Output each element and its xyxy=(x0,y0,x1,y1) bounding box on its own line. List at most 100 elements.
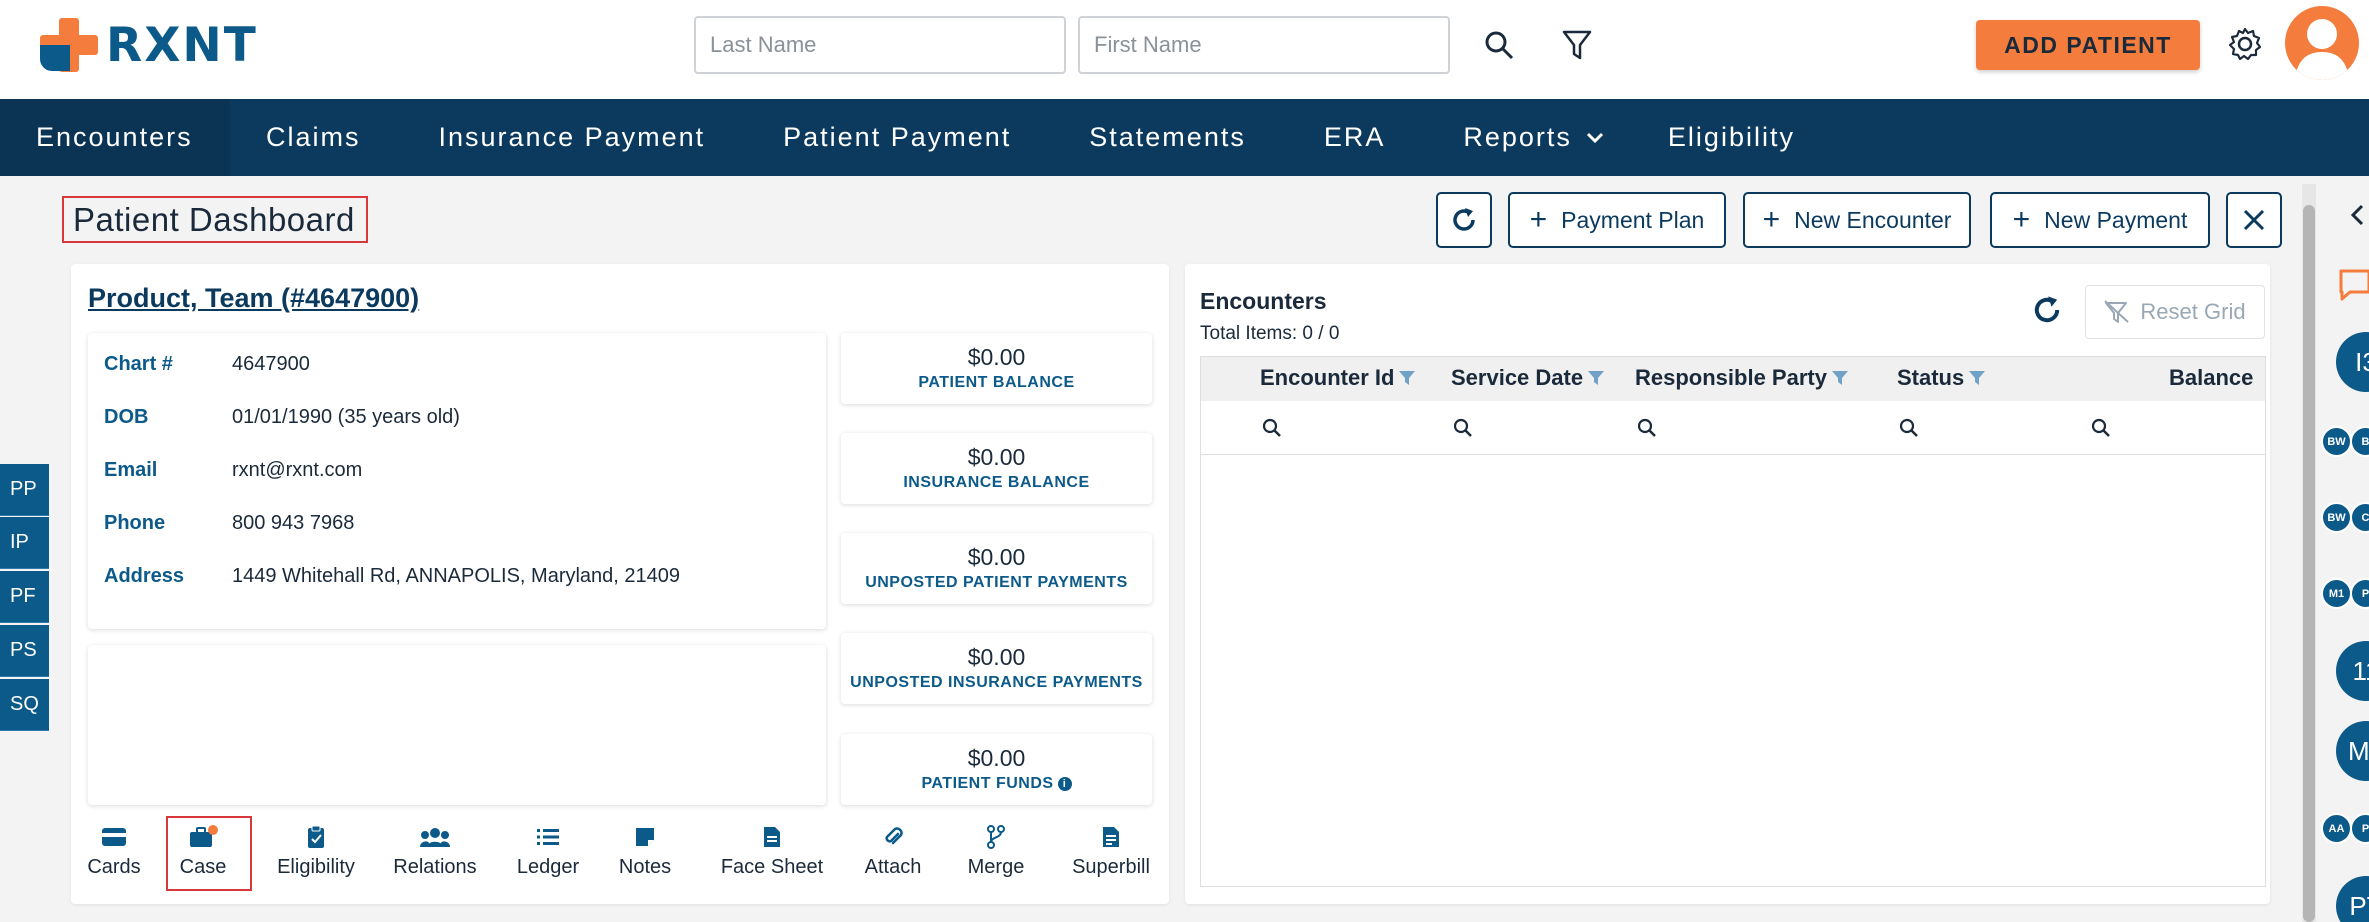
top-header: RXNT ADD PATIENT xyxy=(0,0,2369,99)
search-icon[interactable] xyxy=(1453,418,1473,438)
patient-extra-card xyxy=(88,645,826,805)
nav-eligibility[interactable]: Eligibility xyxy=(1618,99,1831,176)
right-rail: I3 BW B BW C M1 P 11 M1 AA P PT xyxy=(2320,176,2369,922)
rail-avatar-large[interactable]: PT xyxy=(2336,876,2369,922)
tool-label: Cards xyxy=(87,856,141,878)
rail-avatar-large[interactable]: M1 xyxy=(2336,721,2369,781)
nav-era[interactable]: ERA xyxy=(1282,99,1422,176)
rail-avatar-small[interactable]: B xyxy=(2350,426,2369,457)
nav-reports[interactable]: Reports xyxy=(1421,99,1618,176)
add-patient-button[interactable]: ADD PATIENT xyxy=(1976,20,2200,70)
tool-superbill[interactable]: Superbill xyxy=(1066,824,1156,879)
new-encounter-button[interactable]: + New Encounter xyxy=(1743,192,1971,248)
encounters-total: Total Items: 0 / 0 xyxy=(1200,323,1340,344)
gear-icon[interactable] xyxy=(2226,25,2264,63)
search-icon[interactable] xyxy=(1899,418,1919,438)
filter-icon[interactable] xyxy=(1558,26,1596,64)
balance-amount: $0.00 xyxy=(967,544,1026,570)
info-label: DOB xyxy=(104,406,149,428)
new-encounter-label: New Encounter xyxy=(1794,206,1952,233)
search-icon[interactable] xyxy=(1480,26,1518,64)
tool-eligibility[interactable]: Eligibility xyxy=(271,824,361,879)
balance-label: UNPOSTED INSURANCE PAYMENTS xyxy=(850,674,1143,691)
side-tab-ip[interactable]: IP xyxy=(0,517,49,569)
rail-avatar-small[interactable]: BW xyxy=(2321,502,2352,533)
column-filter-icon[interactable] xyxy=(1587,370,1605,386)
tool-label: Relations xyxy=(393,856,477,878)
rail-avatar-small[interactable]: P xyxy=(2350,578,2369,609)
tool-merge[interactable]: Merge xyxy=(966,824,1026,879)
column-filter-icon[interactable] xyxy=(1831,370,1849,386)
col-status[interactable]: Status xyxy=(1897,365,1986,391)
chat-icon[interactable] xyxy=(2338,268,2369,302)
info-row-dob: DOB 01/01/1990 (35 years old) xyxy=(104,406,460,429)
rail-avatar-small[interactable]: P xyxy=(2350,813,2369,844)
tool-ledger[interactable]: Ledger xyxy=(514,824,582,879)
credit-card-icon xyxy=(86,824,142,850)
logo-cross-icon xyxy=(38,14,100,76)
nav-claims[interactable]: Claims xyxy=(230,99,397,176)
grid-refresh-icon[interactable] xyxy=(2030,293,2064,332)
balance-card-patient: $0.00 PATIENT BALANCE xyxy=(841,333,1152,404)
side-tab-sq[interactable]: SQ xyxy=(0,679,49,731)
last-name-input[interactable] xyxy=(694,16,1066,74)
encounters-panel: Encounters Total Items: 0 / 0 Reset Grid… xyxy=(1185,264,2270,904)
rail-avatar-small[interactable]: C xyxy=(2350,502,2369,533)
new-payment-button[interactable]: + New Payment xyxy=(1990,192,2210,248)
reset-grid-button[interactable]: Reset Grid xyxy=(2085,285,2265,339)
clipboard-check-icon xyxy=(271,824,361,850)
chevron-left-icon[interactable] xyxy=(2350,204,2364,226)
nav-insurance-payment[interactable]: Insurance Payment xyxy=(397,99,742,176)
balance-amount: $0.00 xyxy=(967,745,1026,771)
balance-amount: $0.00 xyxy=(967,444,1026,470)
close-button[interactable] xyxy=(2226,192,2282,248)
sticky-note-icon xyxy=(615,824,675,850)
grid-header: Encounter Id Service Date Responsible Pa… xyxy=(1201,357,2265,401)
rail-avatar-small[interactable]: BW xyxy=(2321,426,2352,457)
column-filter-icon[interactable] xyxy=(1968,370,1986,386)
info-label: Chart # xyxy=(104,353,173,375)
refresh-button[interactable] xyxy=(1436,192,1492,248)
main-nav: Encounters Claims Insurance Payment Pati… xyxy=(0,99,2369,176)
side-tab-pp[interactable]: PP xyxy=(0,464,49,516)
payment-plan-button[interactable]: + Payment Plan xyxy=(1508,192,1726,248)
col-balance[interactable]: Balance xyxy=(2169,365,2253,391)
nav-patient-payment[interactable]: Patient Payment xyxy=(741,99,1047,176)
tool-attach[interactable]: Attach xyxy=(860,824,926,879)
tool-face-sheet[interactable]: Face Sheet xyxy=(717,824,827,879)
tool-relations[interactable]: Relations xyxy=(389,824,481,879)
balance-label: PATIENT FUNDS i xyxy=(841,775,1152,793)
balance-card-unposted-insurance: $0.00 UNPOSTED INSURANCE PAYMENTS xyxy=(841,633,1152,704)
rail-avatar-large[interactable]: 11 xyxy=(2336,641,2369,701)
rxnt-logo[interactable]: RXNT xyxy=(38,14,258,76)
search-icon[interactable] xyxy=(1637,418,1657,438)
info-row-email: Email rxnt@rxnt.com xyxy=(104,459,362,482)
first-name-input[interactable] xyxy=(1078,16,1450,74)
column-filter-icon[interactable] xyxy=(1398,370,1416,386)
info-icon[interactable]: i xyxy=(1057,776,1072,791)
refresh-icon xyxy=(1453,208,1475,231)
scrollbar-thumb[interactable] xyxy=(2303,205,2315,922)
column-header-label: Balance xyxy=(2169,365,2254,390)
patient-name-link[interactable]: Product, Team (#4647900) xyxy=(88,283,419,314)
document-icon xyxy=(717,824,827,850)
tool-label: Notes xyxy=(618,856,672,878)
chevron-down-icon xyxy=(1586,132,1603,143)
nav-statements[interactable]: Statements xyxy=(1047,99,1282,176)
tool-label: Face Sheet xyxy=(720,856,824,878)
search-icon[interactable] xyxy=(2091,418,2111,438)
side-tab-pf[interactable]: PF xyxy=(0,571,49,623)
rail-avatar-small[interactable]: AA xyxy=(2321,813,2352,844)
search-icon[interactable] xyxy=(1262,418,1282,438)
balance-label: PATIENT BALANCE xyxy=(918,374,1075,391)
col-service-date[interactable]: Service Date xyxy=(1451,365,1605,391)
col-encounter-id[interactable]: Encounter Id xyxy=(1260,365,1416,391)
nav-encounters[interactable]: Encounters xyxy=(0,99,230,176)
col-responsible-party[interactable]: Responsible Party xyxy=(1635,365,1849,391)
rail-avatar-small[interactable]: M1 xyxy=(2321,578,2352,609)
tool-notes[interactable]: Notes xyxy=(615,824,675,879)
tool-cards[interactable]: Cards xyxy=(86,824,142,879)
rail-avatar-large[interactable]: I3 xyxy=(2336,332,2369,392)
side-tab-ps[interactable]: PS xyxy=(0,625,49,677)
avatar[interactable] xyxy=(2285,6,2359,80)
